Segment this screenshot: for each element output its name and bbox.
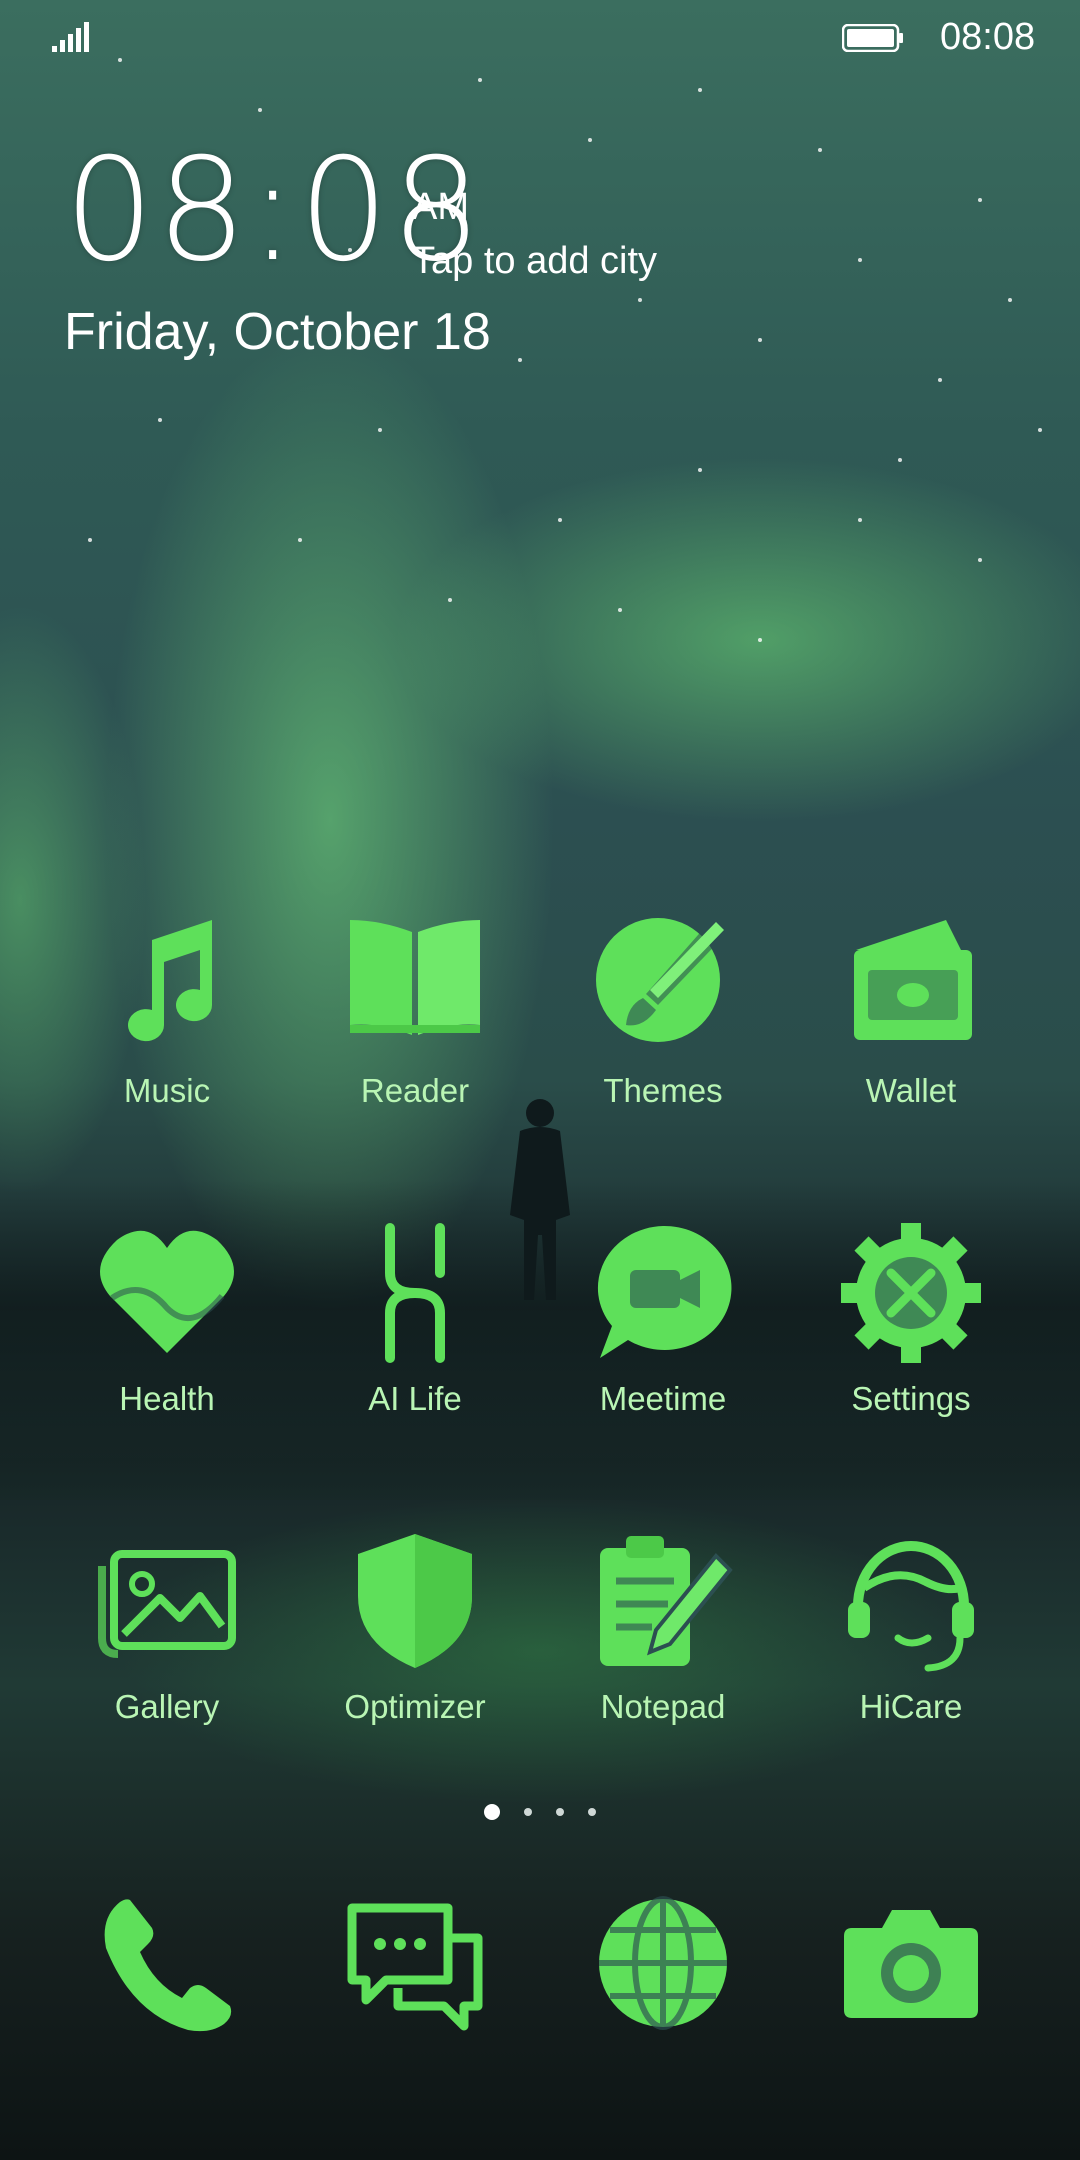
- app-meetime[interactable]: Meetime: [548, 1218, 778, 1458]
- app-label: Wallet: [865, 1072, 957, 1109]
- dock-phone[interactable]: [52, 1888, 282, 2048]
- shield-icon: [358, 1534, 472, 1668]
- app-label: Themes: [603, 1072, 723, 1109]
- app-label: HiCare: [859, 1688, 963, 1725]
- page-indicator[interactable]: [480, 1802, 610, 1822]
- dock-browser[interactable]: [548, 1888, 778, 2048]
- signal-strength-icon: [52, 22, 89, 52]
- picture-icon: [98, 1550, 236, 1658]
- app-hicare[interactable]: HiCare: [796, 1526, 1026, 1766]
- gear-icon: [841, 1223, 981, 1363]
- status-bar: 08:08: [0, 0, 1080, 80]
- app-themes[interactable]: Themes: [548, 910, 778, 1150]
- app-label: AI Life: [368, 1380, 462, 1417]
- globe-icon: [599, 1896, 727, 2030]
- ai-life-icon: [385, 1223, 445, 1363]
- music-note-icon: [128, 920, 213, 1042]
- page-dot: [588, 1808, 596, 1816]
- clock-ampm: AM: [412, 186, 469, 228]
- camera-icon: [844, 1910, 978, 2018]
- app-health[interactable]: Health: [52, 1218, 282, 1458]
- wallet-icon: [854, 920, 972, 1040]
- headset-icon: [848, 1541, 974, 1672]
- app-notepad[interactable]: Notepad: [548, 1526, 778, 1766]
- video-chat-icon: [597, 1225, 732, 1358]
- page-dot: [524, 1808, 532, 1816]
- app-label: Optimizer: [344, 1688, 486, 1725]
- app-label: Health: [119, 1380, 215, 1417]
- status-time: 08:08: [940, 16, 1036, 58]
- dock-camera[interactable]: [796, 1888, 1026, 2048]
- heart-icon: [100, 1230, 234, 1353]
- dock-messages[interactable]: [300, 1888, 530, 2048]
- app-settings[interactable]: Settings: [796, 1218, 1026, 1458]
- app-label: Settings: [851, 1380, 971, 1417]
- app-wallet[interactable]: Wallet: [796, 910, 1026, 1150]
- app-label: Gallery: [114, 1688, 220, 1725]
- app-label: Notepad: [600, 1688, 726, 1725]
- app-gallery[interactable]: Gallery: [52, 1526, 282, 1766]
- add-city-link[interactable]: Tap to add city: [412, 240, 657, 283]
- book-icon: [350, 920, 480, 1035]
- app-reader[interactable]: Reader: [300, 910, 530, 1150]
- messages-icon: [347, 1903, 483, 2031]
- app-label: Reader: [360, 1072, 470, 1109]
- phone-icon: [104, 1899, 232, 2032]
- battery-icon: [842, 24, 903, 52]
- app-ai-life[interactable]: AI Life: [300, 1218, 530, 1458]
- app-label: Music: [123, 1072, 211, 1109]
- paintbrush-icon: [596, 918, 728, 1042]
- app-music[interactable]: Music: [52, 910, 282, 1150]
- app-optimizer[interactable]: Optimizer: [300, 1526, 530, 1766]
- page-dot-active: [484, 1804, 500, 1820]
- clock-date[interactable]: Friday, October 18: [64, 302, 491, 362]
- app-label: Meetime: [599, 1380, 727, 1417]
- page-dot: [556, 1808, 564, 1816]
- notepad-icon: [600, 1536, 733, 1666]
